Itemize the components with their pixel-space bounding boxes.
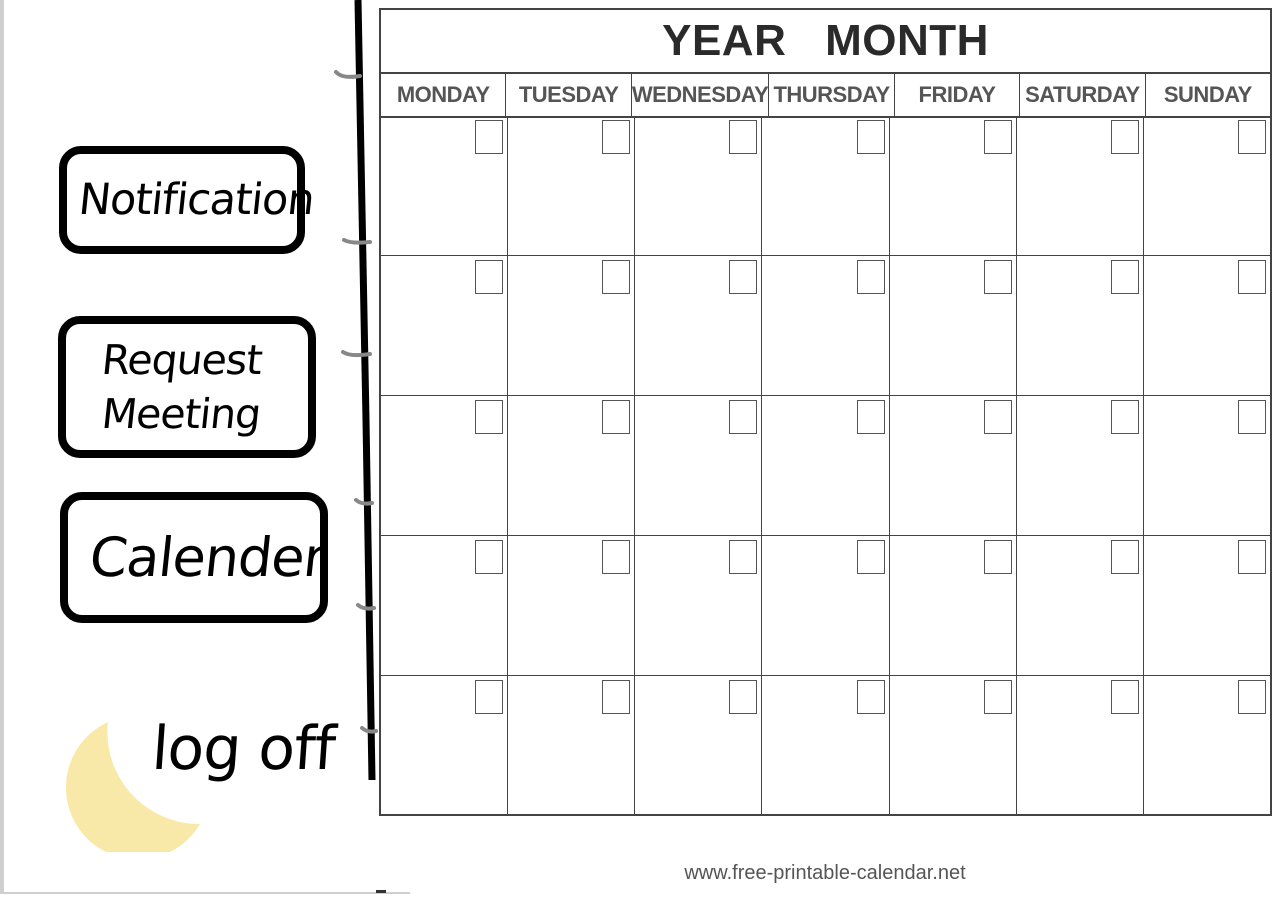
date-number-box [856,540,885,574]
date-number-box [1237,540,1266,574]
date-number-box [983,680,1012,714]
weekday-saturday: SATURDAY [1020,74,1146,116]
date-number-box [983,260,1012,294]
weekday-sunday: SUNDAY [1163,82,1252,107]
day-cell[interactable] [1017,396,1144,535]
calendar-grid: YEAR MONTH MONDAY TUESDAY WEDNESDAY THUR… [379,8,1272,816]
date-number-box [602,680,631,714]
day-cell[interactable] [762,396,890,535]
day-cell[interactable] [508,536,636,675]
weekday-wednesday: WEDNESDAY [632,74,770,116]
day-cell[interactable] [635,116,763,255]
date-number-box [1237,120,1266,154]
weekday-friday: FRIDAY [895,74,1021,116]
weekday-tuesday: TUESDAY [506,74,632,116]
date-number-box [475,680,504,714]
weekday-header: MONDAY TUESDAY WEDNESDAY THURSDAY FRIDAY… [381,72,1270,118]
day-cell[interactable] [635,256,763,395]
day-cell[interactable] [762,536,890,675]
footer-url: www.free-printable-calendar.net [684,862,966,884]
date-number-box [983,400,1012,434]
calendar-body [381,116,1270,816]
date-number-box [856,120,885,154]
date-number-box [602,400,631,434]
day-cell[interactable] [890,676,1017,816]
day-cell[interactable] [1144,676,1270,816]
notification-label: Notification [76,175,317,225]
date-number-box [475,540,504,574]
log-off-button[interactable]: log off [149,714,337,784]
day-cell[interactable] [762,116,890,255]
request-meeting-label-line1: Request [99,336,265,384]
day-cell[interactable] [635,536,763,675]
date-number-box [1110,260,1139,294]
date-number-box [729,540,758,574]
day-cell[interactable] [381,536,509,675]
weekday-thursday: THURSDAY [769,74,895,116]
calendar-label: Calender [86,526,329,589]
day-cell[interactable] [890,536,1017,675]
date-number-box [1110,400,1139,434]
date-number-box [729,260,758,294]
calendar-title: YEAR MONTH [662,16,989,65]
date-number-box [1237,260,1266,294]
day-cell[interactable] [890,396,1017,535]
day-cell[interactable] [890,116,1017,255]
day-cell[interactable] [1144,536,1270,675]
day-cell[interactable] [508,116,636,255]
week-row [381,256,1270,396]
date-number-box [983,540,1012,574]
date-number-box [475,120,504,154]
day-cell[interactable] [762,676,890,816]
date-number-box [856,400,885,434]
log-off-label: log off [149,714,337,784]
date-number-box [475,400,504,434]
day-cell[interactable] [762,256,890,395]
day-cell[interactable] [1017,116,1144,255]
day-cell[interactable] [1144,256,1270,395]
calendar-button[interactable]: Calender [60,492,328,623]
date-number-box [856,680,885,714]
week-row [381,396,1270,536]
week-row [381,536,1270,676]
date-number-box [729,680,758,714]
day-cell[interactable] [635,676,763,816]
date-number-box [729,120,758,154]
day-cell[interactable] [508,396,636,535]
date-number-box [983,120,1012,154]
day-cell[interactable] [1017,256,1144,395]
day-cell[interactable] [1017,676,1144,816]
date-number-box [602,540,631,574]
weekday-monday: MONDAY [381,74,507,116]
date-number-box [1110,120,1139,154]
day-cell[interactable] [508,676,636,816]
date-number-box [602,260,631,294]
date-number-box [475,260,504,294]
day-cell[interactable] [1017,536,1144,675]
date-number-box [1237,680,1266,714]
week-row [381,116,1270,256]
notification-button[interactable]: Notification [59,146,316,254]
day-cell[interactable] [1144,116,1270,255]
week-row [381,676,1270,816]
date-number-box [856,260,885,294]
date-number-box [1110,680,1139,714]
day-cell[interactable] [1144,396,1270,535]
date-number-box [602,120,631,154]
day-cell[interactable] [381,256,509,395]
day-cell[interactable] [381,116,509,255]
date-number-box [1110,540,1139,574]
day-cell[interactable] [890,256,1017,395]
request-meeting-button[interactable]: Request Meeting [58,316,316,458]
day-cell[interactable] [381,396,509,535]
date-number-box [1237,400,1266,434]
day-cell[interactable] [508,256,636,395]
date-number-box [729,400,758,434]
request-meeting-label-line2: Meeting [99,390,263,438]
day-cell[interactable] [635,396,763,535]
day-cell[interactable] [381,676,509,816]
